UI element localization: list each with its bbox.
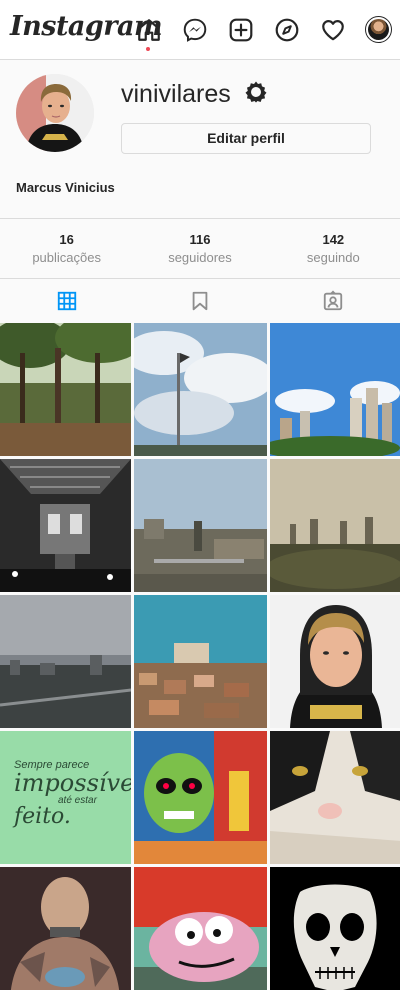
post-thumbnail[interactable] (0, 323, 131, 456)
stat-posts-label: publicações (32, 250, 101, 265)
saved-bookmark-icon (192, 291, 208, 311)
edit-profile-button[interactable]: Editar perfil (121, 123, 371, 154)
activity-heart-icon[interactable] (320, 17, 346, 43)
quote-post: Sempre parece impossível até estar feito… (0, 731, 131, 864)
explore-icon[interactable] (274, 17, 300, 43)
profile-picture[interactable] (16, 74, 94, 152)
post-thumbnail[interactable] (270, 867, 400, 990)
post-thumbnail[interactable] (134, 731, 267, 864)
tab-tagged[interactable] (267, 279, 400, 323)
settings-gear-icon[interactable] (244, 80, 268, 104)
profile-avatar[interactable] (365, 16, 392, 43)
messenger-icon[interactable] (182, 17, 208, 43)
quote-line: impossível (14, 769, 131, 797)
quote-line: feito. (14, 804, 71, 829)
tab-saved[interactable] (133, 279, 266, 323)
post-thumbnail[interactable] (270, 459, 400, 592)
post-thumbnail[interactable] (270, 731, 400, 864)
profile-tabs (0, 278, 400, 323)
post-thumbnail[interactable] (0, 867, 131, 990)
stat-following-count: 142 (322, 232, 345, 247)
profile-full-name: Marcus Vinicius (16, 180, 115, 195)
stat-following-label: seguindo (306, 250, 360, 265)
home-icon[interactable] (136, 17, 162, 43)
tagged-icon (324, 290, 343, 311)
stat-following[interactable]: 142 seguindo (267, 219, 400, 278)
post-thumbnail[interactable] (270, 323, 400, 456)
stat-followers[interactable]: 116 seguidores (133, 219, 266, 278)
new-post-icon[interactable] (228, 17, 254, 43)
post-thumbnail[interactable] (134, 595, 267, 728)
post-thumbnail[interactable] (134, 459, 267, 592)
post-thumbnail[interactable] (0, 595, 131, 728)
stat-followers-label: seguidores (168, 250, 232, 265)
stat-followers-count: 116 (189, 232, 211, 247)
stat-posts-count: 16 (59, 232, 74, 247)
post-thumbnail[interactable] (134, 323, 267, 456)
profile-stats: 16 publicações 116 seguidores 142 seguin… (0, 218, 400, 278)
posts-grid: Sempre parece impossível até estar feito… (0, 323, 400, 990)
posts-grid-icon (57, 291, 76, 311)
post-thumbnail[interactable] (134, 867, 267, 990)
tab-posts[interactable] (0, 279, 133, 323)
stat-posts: 16 publicações (0, 219, 133, 278)
post-thumbnail[interactable] (0, 459, 131, 592)
profile-username: vinivilares (121, 80, 231, 108)
profile-header: vinivilares Editar perfil Marcus Viniciu… (0, 60, 400, 218)
post-thumbnail[interactable] (270, 595, 400, 728)
post-thumbnail[interactable]: Sempre parece impossível até estar feito… (0, 731, 131, 864)
active-indicator-dot (146, 47, 150, 51)
top-navigation: Instagram (0, 0, 400, 60)
